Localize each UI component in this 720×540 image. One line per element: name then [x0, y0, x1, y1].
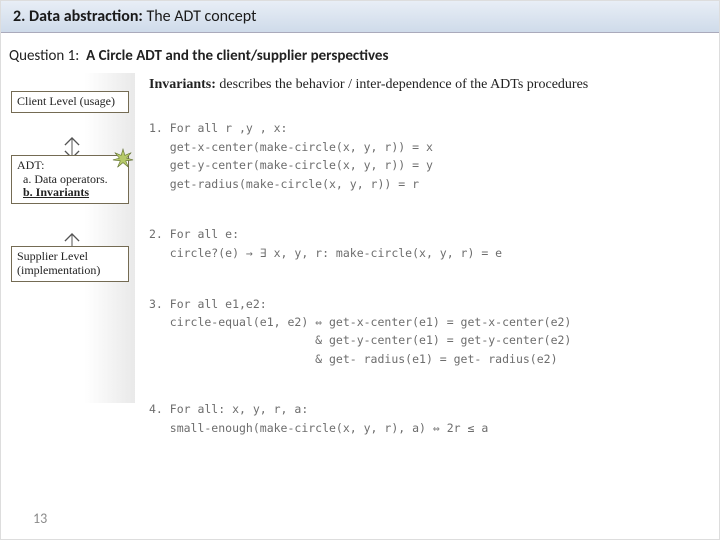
sidebar: Client Level (usage) ADT: a. Data operat…: [9, 73, 135, 403]
invariants-desc: describes the behavior / inter-dependenc…: [216, 77, 588, 92]
code-line: get-radius(make-circle(x, y, r)) = r: [149, 177, 419, 191]
code-line: 4. For all: x, y, r, a:: [149, 402, 308, 416]
question-line: Question 1: A Circle ADT and the client/…: [1, 33, 719, 73]
invariants-code: 1. For all r ,y , x: get-x-center(make-c…: [135, 101, 711, 488]
adt-line-a: a. Data operators.: [23, 172, 108, 186]
code-line: get-y-center(make-circle(x, y, r)) = y: [149, 158, 433, 172]
starburst-icon: [112, 148, 134, 170]
adt-line-b: b. Invariants: [23, 185, 89, 199]
section-num: 2.: [13, 7, 25, 26]
code-line: small-enough(make-circle(x, y, r), a) ⇔ …: [149, 421, 488, 435]
supplier-level-box: Supplier Level (implementation): [11, 246, 129, 282]
code-line: 1. For all r ,y , x:: [149, 121, 287, 135]
code-line: circle-equal(e1, e2) ⇔ get-x-center(e1) …: [149, 315, 571, 329]
title-bar: 2. Data abstraction: The ADT concept: [1, 1, 719, 33]
code-line: 3. For all e1,e2:: [149, 297, 267, 311]
content-area: Invariants: describes the behavior / int…: [135, 73, 711, 488]
code-line: get-x-center(make-circle(x, y, r)) = x: [149, 140, 433, 154]
section-title-rest: The ADT concept: [146, 7, 256, 26]
adt-box: ADT: a. Data operators. b. Invariants: [11, 155, 129, 204]
code-line: & get- radius(e1) = get- radius(e2): [149, 352, 558, 366]
invariants-heading: Invariants: describes the behavior / int…: [135, 73, 711, 101]
client-box-text: Client Level (usage): [17, 94, 115, 108]
question-label: Question 1:: [9, 47, 79, 65]
question-topic: A Circle ADT and the client/supplier per…: [86, 47, 388, 65]
invariants-label: Invariants:: [149, 77, 216, 92]
code-line: circle?(e) → ∃ x, y, r: make-circle(x, y…: [149, 246, 502, 260]
supplier-box-text: Supplier Level (implementation): [17, 249, 100, 277]
section-title-bold: Data abstraction:: [29, 7, 143, 26]
adt-title: ADT:: [17, 158, 44, 172]
page-number: 13: [33, 510, 47, 527]
client-level-box: Client Level (usage): [11, 91, 129, 113]
code-line: 2. For all e:: [149, 227, 239, 241]
code-line: & get-y-center(e1) = get-y-center(e2): [149, 333, 571, 347]
